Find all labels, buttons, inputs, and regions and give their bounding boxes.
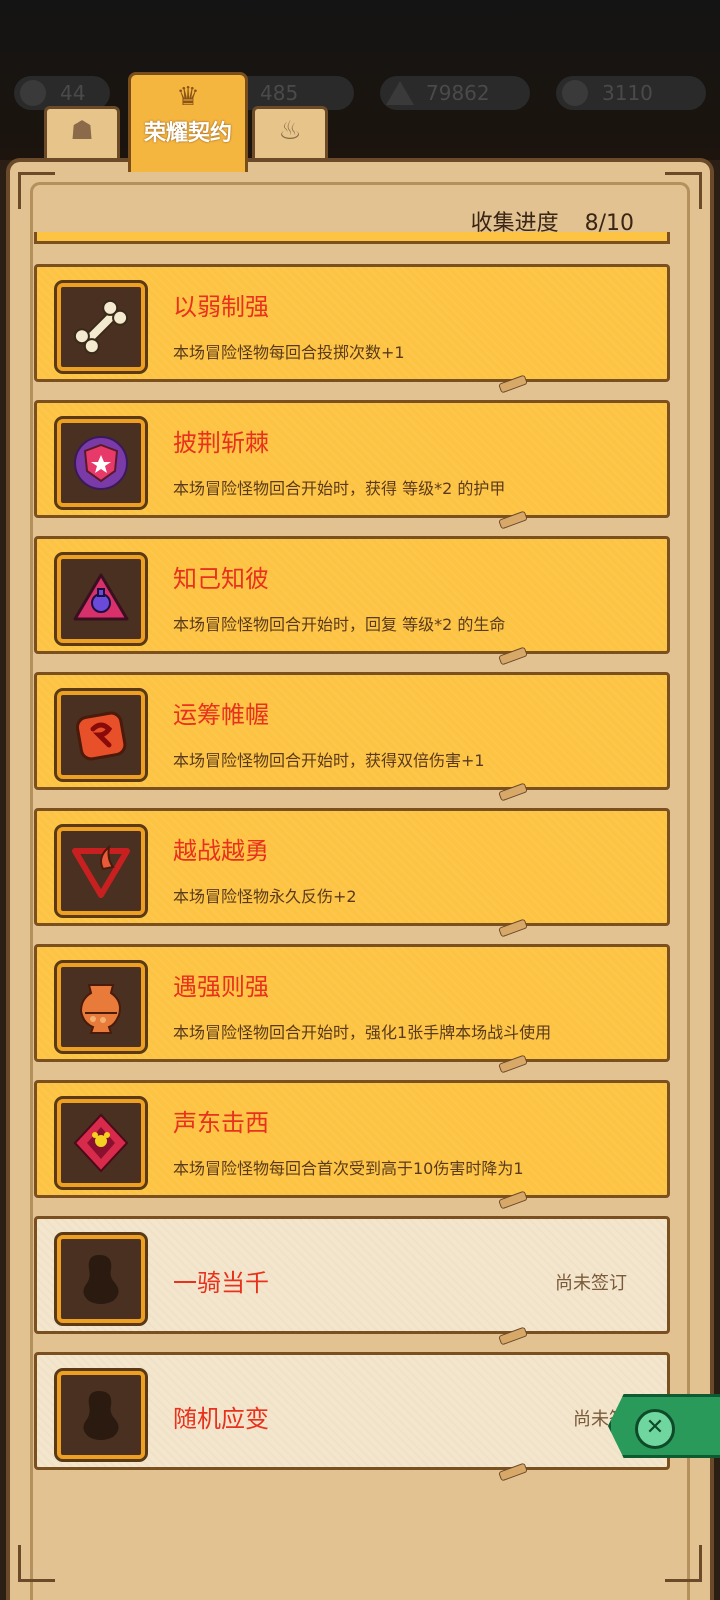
contract-desc: 本场冒险怪物每回合投掷次数+1 (173, 343, 405, 362)
contract-desc: 本场冒险怪物永久反伤+2 (173, 887, 357, 906)
pin-decoration (498, 1326, 528, 1346)
contract-icon-frame (54, 1368, 148, 1462)
tab-glory-contract[interactable]: ♛ 荣耀契约 (128, 72, 248, 172)
contract-name: 运筹帷幄 (173, 701, 269, 729)
vase-icon (79, 984, 121, 1034)
resource-leaf: 3110 (556, 76, 706, 110)
pin-decoration (498, 782, 528, 802)
locked-silhouette-icon (83, 1391, 119, 1440)
pin-decoration (498, 374, 528, 394)
contract-name: 以弱制强 (173, 293, 269, 321)
contract-name: 随机应变 (173, 1405, 269, 1433)
contract-icon-frame (54, 960, 148, 1054)
contract-name: 越战越勇 (173, 837, 269, 865)
contract-icon-frame (54, 1096, 148, 1190)
bone-icon (73, 299, 129, 355)
horn-triangle-icon (72, 844, 130, 898)
resource-crystal: 79862 (380, 76, 530, 110)
close-button[interactable]: ✕ (608, 1394, 720, 1458)
contract-desc: 本场冒险怪物每回合首次受到高于10伤害时降为1 (173, 1159, 524, 1178)
close-icon: ✕ (635, 1409, 675, 1449)
contract-icon-frame (54, 280, 148, 374)
contract-card[interactable]: 运筹帷幄 本场冒险怪物回合开始时，获得双倍伤害+1 (34, 672, 670, 802)
contract-icon-frame (54, 688, 148, 782)
star-shield-icon (74, 436, 128, 490)
corner-ornament-tr (665, 172, 702, 209)
contract-list[interactable]: 以弱制强 本场冒险怪物每回合投掷次数+1 披荆斩棘 本场冒险怪物回合开始时，获得… (34, 232, 682, 1600)
contract-desc: 本场冒险怪物回合开始时，获得双倍伤害+1 (173, 751, 485, 770)
pin-decoration (498, 1190, 528, 1210)
status-not-signed: 尚未签订 (555, 1273, 627, 1294)
crown-icon: ♛ (176, 82, 200, 112)
gem-icon (20, 80, 46, 106)
contract-card[interactable]: 遇强则强 本场冒险怪物回合开始时，强化1张手牌本场战斗使用 (34, 944, 670, 1074)
contract-name: 一骑当千 (173, 1269, 269, 1297)
locked-silhouette-icon (83, 1255, 119, 1304)
corner-ornament-tl (18, 172, 55, 209)
resource-gem: 44 (14, 76, 110, 110)
contract-card[interactable]: 以弱制强 本场冒险怪物每回合投掷次数+1 (34, 264, 670, 394)
contract-card[interactable]: 越战越勇 本场冒险怪物永久反伤+2 (34, 808, 670, 938)
contract-name: 披荆斩棘 (173, 429, 269, 457)
contract-icon-frame (54, 416, 148, 510)
contract-icon-frame (54, 1232, 148, 1326)
bone-tab-icon: ☗ (70, 116, 94, 146)
pin-decoration (498, 646, 528, 666)
contract-desc: 本场冒险怪物回合开始时，获得 等级*2 的护甲 (173, 479, 506, 498)
pin-decoration (498, 1054, 528, 1074)
potion-icon (73, 573, 129, 621)
contract-name: 声东击西 (173, 1109, 269, 1137)
contract-icon-frame (54, 552, 148, 646)
pin-decoration (498, 918, 528, 938)
leaf-icon (562, 80, 588, 106)
rune-stone-icon (75, 711, 127, 761)
crystal-icon (386, 81, 414, 105)
previous-card-edge (34, 232, 670, 244)
pin-decoration (498, 510, 528, 530)
contract-name: 遇强则强 (173, 973, 269, 1001)
contract-card[interactable]: 知己知彼 本场冒险怪物回合开始时，回复 等级*2 的生命 (34, 536, 670, 666)
demon-emblem-icon (73, 1113, 129, 1173)
contract-icon-frame (54, 824, 148, 918)
contract-card[interactable]: 披荆斩棘 本场冒险怪物回合开始时，获得 等级*2 的护甲 (34, 400, 670, 530)
contract-card-locked[interactable]: 随机应变 尚未签 (34, 1352, 670, 1482)
tab-label: 荣耀契约 (143, 121, 232, 146)
contract-desc: 本场冒险怪物回合开始时，回复 等级*2 的生命 (173, 615, 506, 634)
pin-decoration (498, 1462, 528, 1482)
contract-name: 知己知彼 (173, 565, 269, 593)
contract-card[interactable]: 声东击西 本场冒险怪物每回合首次受到高于10伤害时降为1 (34, 1080, 670, 1210)
contract-desc: 本场冒险怪物回合开始时，强化1张手牌本场战斗使用 (173, 1023, 552, 1042)
flame-tab-icon: ♨ (278, 116, 302, 146)
contract-card-locked[interactable]: 一骑当千 尚未签订 (34, 1216, 670, 1346)
